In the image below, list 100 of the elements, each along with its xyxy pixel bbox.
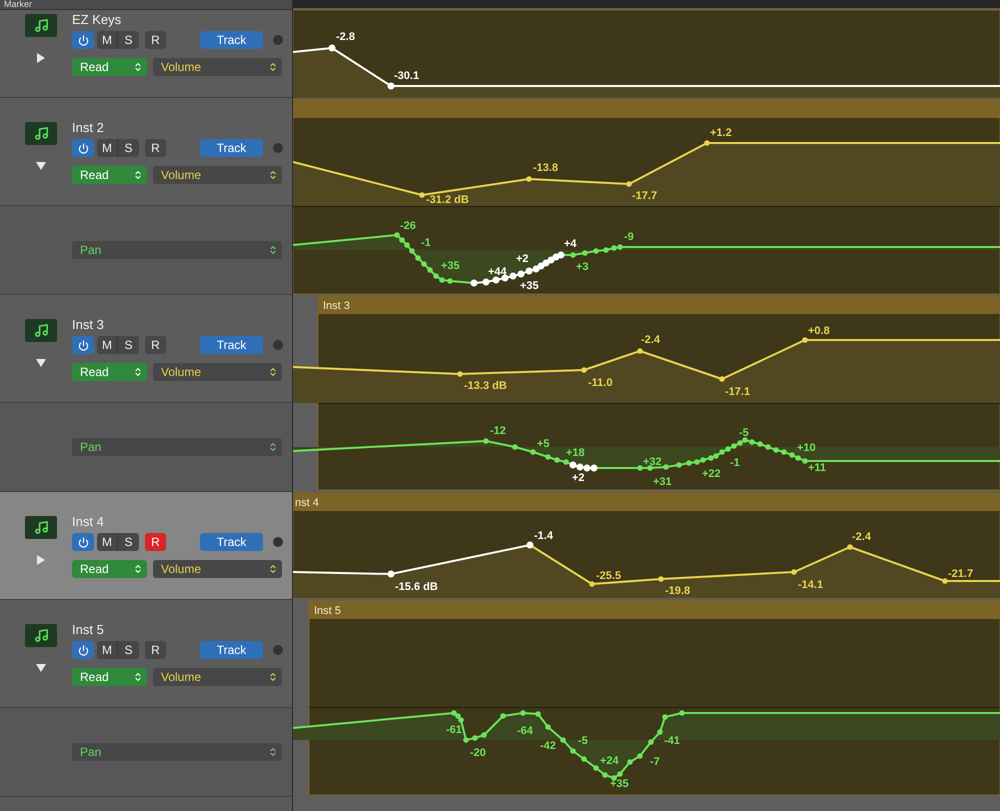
updown-icon	[133, 672, 143, 682]
automation-value: +1.2	[710, 126, 732, 139]
track-group-button[interactable]: Track	[200, 533, 263, 551]
updown-icon	[268, 245, 278, 255]
collapse-triangle-icon[interactable]	[36, 358, 46, 368]
automation-value: -26	[400, 220, 416, 232]
automation-value: +32	[643, 456, 662, 468]
automation-mode-dropdown[interactable]: Read	[72, 58, 147, 76]
record-enable-button[interactable]: R	[145, 31, 166, 49]
updown-icon	[268, 170, 278, 180]
updown-icon	[268, 564, 278, 574]
automation-value: -13.3 dB	[464, 380, 507, 392]
automation-value: +35	[520, 280, 539, 292]
track-header[interactable]: Inst 4 M S R Track Read Volume	[0, 492, 292, 600]
parameter-dropdown[interactable]: Volume	[153, 58, 282, 76]
mute-button[interactable]: M	[97, 31, 118, 49]
solo-button[interactable]: S	[118, 336, 139, 354]
instrument-icon	[25, 122, 57, 145]
parameter-dropdown[interactable]: Volume	[153, 560, 282, 578]
automation-mode-dropdown[interactable]: Read	[72, 668, 147, 686]
automation-value: -17.1	[725, 386, 750, 398]
automation-value: -17.7	[632, 190, 658, 202]
mute-button[interactable]: M	[97, 139, 118, 157]
automation-value: -20	[470, 746, 486, 759]
instrument-icon	[25, 319, 57, 342]
automation-value: -1	[421, 236, 431, 249]
updown-icon	[268, 367, 278, 377]
expand-triangle-icon[interactable]	[36, 53, 46, 63]
automation-mode-dropdown[interactable]: Read	[72, 363, 147, 381]
automation-mode-dropdown[interactable]: Read	[72, 166, 147, 184]
parameter-dropdown[interactable]: Volume	[153, 668, 282, 686]
record-enable-button[interactable]: R	[145, 139, 166, 157]
solo-button[interactable]: S	[118, 31, 139, 49]
mute-button[interactable]: M	[97, 336, 118, 354]
updown-icon	[268, 747, 278, 757]
automation-value: -14.1	[798, 578, 824, 591]
power-button[interactable]	[72, 31, 94, 49]
mute-button[interactable]: M	[97, 533, 118, 551]
track-name: Inst 5	[72, 622, 105, 637]
track-group-button[interactable]: Track	[200, 139, 263, 157]
automation-curve[interactable]	[293, 44, 1000, 90]
region-name: Inst 3	[323, 300, 350, 312]
power-button[interactable]	[72, 336, 94, 354]
record-enable-button[interactable]: R	[145, 533, 166, 551]
automation-value: -5	[578, 734, 588, 747]
automation-value: -9	[624, 230, 634, 243]
track-group-button[interactable]: Track	[200, 31, 263, 49]
automation-value: -15.6 dB	[395, 580, 438, 593]
automation-value: +0.8	[808, 324, 830, 337]
region-name: Inst 5	[314, 604, 341, 617]
automation-value: -19.8	[665, 584, 690, 597]
track-name: EZ Keys	[72, 12, 122, 27]
automation-value: -61	[446, 724, 462, 736]
parameter-dropdown[interactable]: Pan	[72, 241, 282, 259]
record-enable-button[interactable]: R	[145, 336, 166, 354]
automation-value: +24	[600, 754, 619, 767]
collapse-triangle-icon[interactable]	[36, 161, 46, 171]
automation-value: +3	[576, 260, 589, 273]
automation-value: +5	[537, 438, 550, 450]
parameter-dropdown[interactable]: Volume	[153, 166, 282, 184]
automation-value: -5	[739, 426, 749, 439]
marker-header: Marker	[3, 0, 32, 9]
region-name: nst 4	[295, 496, 319, 509]
power-icon	[78, 644, 88, 656]
solo-button[interactable]: S	[118, 533, 139, 551]
instrument-icon	[25, 14, 57, 37]
updown-icon	[268, 672, 278, 682]
automation-value: -41	[664, 734, 680, 747]
automation-value: +2	[516, 252, 529, 265]
power-button[interactable]	[72, 533, 94, 551]
automation-value: -12	[490, 424, 506, 437]
updown-icon	[268, 442, 278, 452]
automation-value: +10	[797, 442, 816, 454]
automation-value: +2	[572, 472, 585, 484]
automation-value: -13.8	[533, 162, 558, 174]
track-name: Inst 3	[72, 317, 105, 332]
track-name: Inst 2	[72, 120, 105, 135]
updown-icon	[133, 62, 143, 72]
power-icon	[78, 536, 88, 548]
updown-icon	[133, 170, 143, 180]
track-group-button[interactable]: Track	[200, 336, 263, 354]
power-button[interactable]	[72, 641, 94, 659]
solo-button[interactable]: S	[118, 139, 139, 157]
parameter-dropdown[interactable]: Pan	[72, 438, 282, 456]
expand-triangle-icon[interactable]	[36, 555, 46, 565]
power-icon	[78, 142, 88, 154]
updown-icon	[133, 367, 143, 377]
automation-value: -30.1	[394, 70, 420, 82]
automation-mode-dropdown[interactable]: Read	[72, 560, 147, 578]
mute-button[interactable]: M	[97, 641, 118, 659]
power-button[interactable]	[72, 139, 94, 157]
parameter-dropdown[interactable]: Pan	[72, 743, 282, 761]
solo-button[interactable]: S	[118, 641, 139, 659]
track-group-button[interactable]: Track	[200, 641, 263, 659]
parameter-dropdown[interactable]: Volume	[153, 363, 282, 381]
track-name: Inst 4	[72, 514, 105, 529]
automation-value: +35	[441, 260, 460, 272]
automation-value: -42	[540, 740, 556, 752]
record-enable-button[interactable]: R	[145, 641, 166, 659]
collapse-triangle-icon[interactable]	[36, 663, 46, 673]
